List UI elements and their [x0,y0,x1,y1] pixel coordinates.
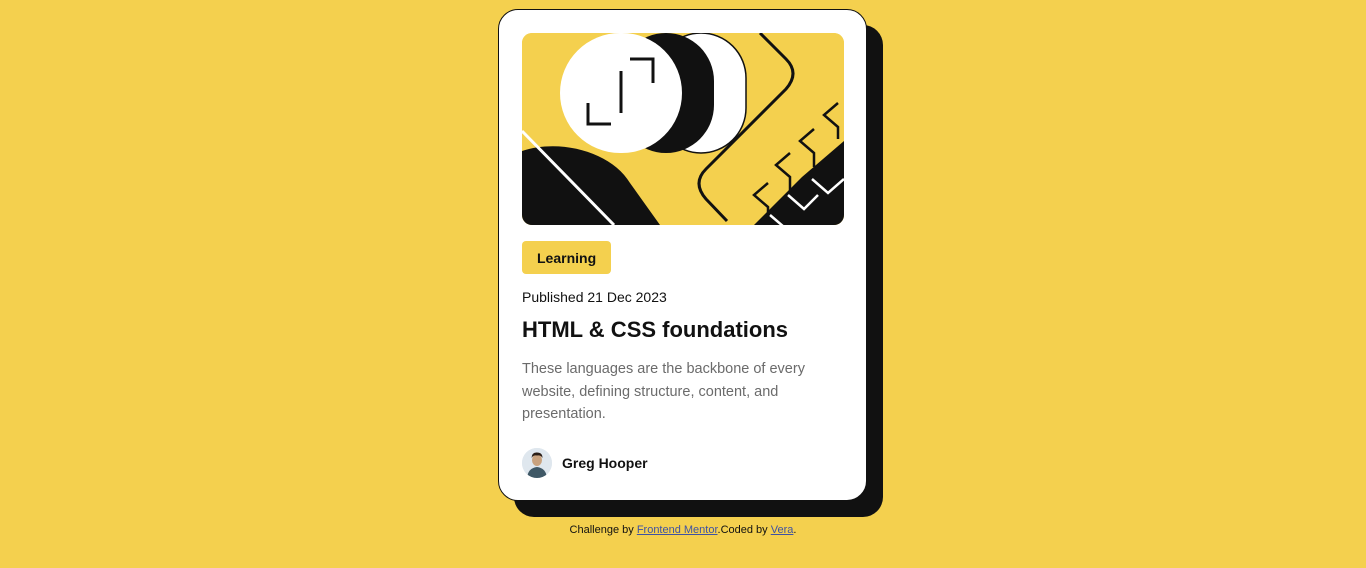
attribution-middle: .Coded by [717,524,768,536]
author-link[interactable]: Vera [771,524,794,536]
article-illustration [522,33,844,225]
article-description: These languages are the backbone of ever… [522,361,805,422]
attribution-prefix: Challenge by [569,524,634,536]
blog-preview-card: Learning Published 21 Dec 2023 HTML & CS… [498,9,883,517]
author-name: Greg Hooper [562,455,648,471]
attribution: Challenge by Frontend Mentor.Coded by Ve… [0,524,1366,536]
attribution-suffix: . [793,524,797,536]
card: Learning Published 21 Dec 2023 HTML & CS… [498,9,867,501]
author: Greg Hooper [522,448,648,478]
category-tag: Learning [522,241,612,274]
frontend-mentor-link[interactable]: Frontend Mentor [637,524,718,536]
published-date: Published 21 Dec 2023 [522,289,667,305]
article-title[interactable]: HTML & CSS foundations [522,317,788,343]
avatar [522,448,552,478]
